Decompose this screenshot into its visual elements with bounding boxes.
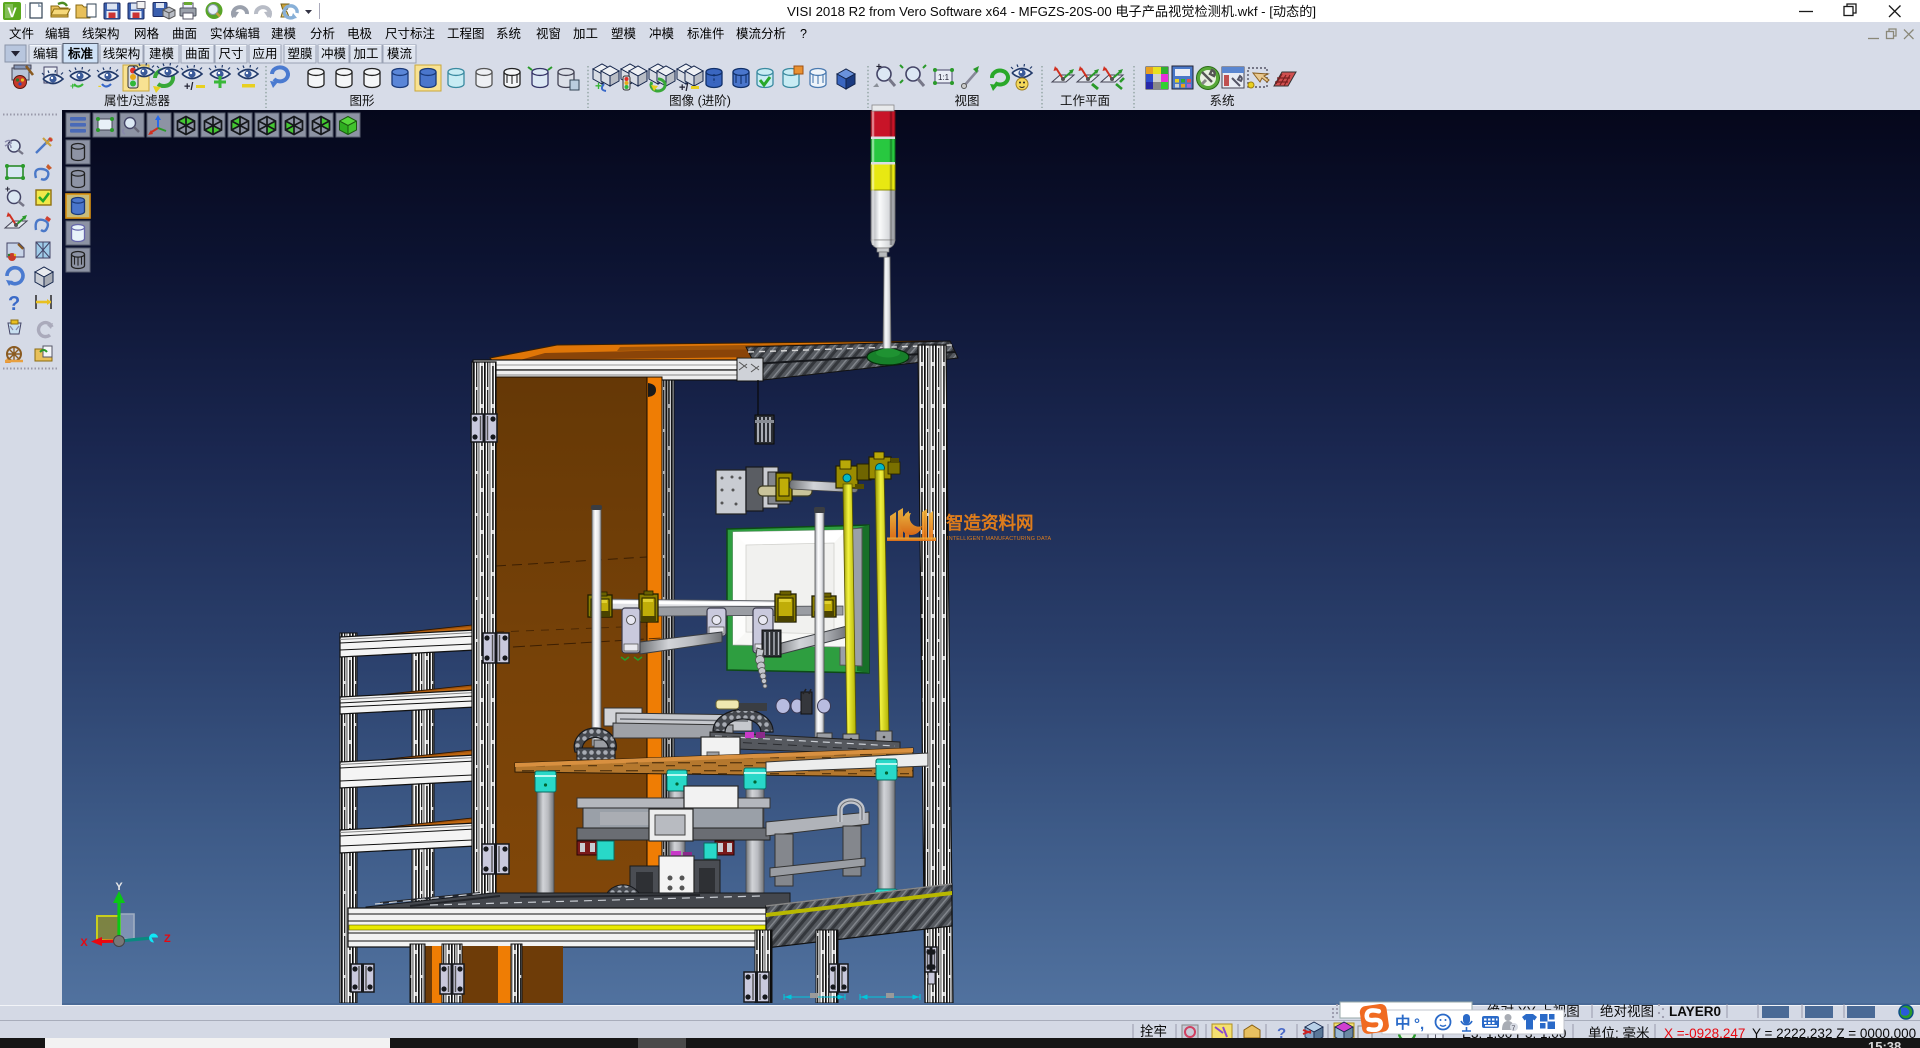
svg-text:曲面: 曲面	[185, 47, 210, 61]
svg-text:系统: 系统	[1209, 94, 1234, 108]
svg-text:线架构: 线架构	[82, 26, 120, 41]
svg-text:网格: 网格	[134, 26, 160, 41]
svg-text:标准: 标准	[67, 46, 94, 61]
svg-text:中: 中	[1395, 1013, 1411, 1032]
svg-text:属性/过滤器: 属性/过滤器	[104, 94, 170, 108]
svg-text:视图: 视图	[954, 93, 979, 108]
svg-text:曲面: 曲面	[172, 27, 197, 41]
svg-text:电极: 电极	[347, 27, 373, 41]
svg-text:实体编辑: 实体编辑	[210, 26, 260, 41]
svg-text:Z: Z	[164, 933, 171, 945]
svg-text:+: +	[876, 62, 882, 73]
svg-text:模流分析: 模流分析	[736, 27, 786, 41]
svg-text:工作平面: 工作平面	[1060, 94, 1110, 108]
svg-text:X: X	[80, 937, 88, 949]
svg-text:文件: 文件	[9, 26, 34, 41]
svg-text:+: +	[70, 81, 75, 91]
svg-text:尺寸标注: 尺寸标注	[385, 26, 436, 41]
svg-text:塑模: 塑模	[611, 26, 637, 41]
svg-text:?: ?	[8, 293, 20, 315]
svg-text:1:1: 1:1	[938, 73, 950, 82]
svg-text:VISI 2018 R2 from Vero Softwar: VISI 2018 R2 from Vero Software x64 - MF…	[787, 4, 1316, 19]
svg-text:模流: 模流	[387, 47, 413, 61]
svg-text:-: -	[98, 81, 101, 92]
svg-text:°,: °,	[1414, 1016, 1424, 1033]
svg-text:+: +	[5, 184, 10, 194]
svg-text:工程图: 工程图	[447, 26, 485, 41]
svg-text:视窗: 视窗	[536, 26, 561, 41]
svg-text:建模: 建模	[149, 47, 175, 61]
svg-text:标准件: 标准件	[687, 27, 725, 41]
svg-text:15:38: 15:38	[1868, 1039, 1901, 1048]
svg-text:编辑: 编辑	[33, 46, 58, 61]
svg-text:加工: 加工	[573, 27, 598, 41]
svg-text:V: V	[7, 4, 17, 20]
svg-text:智造资料网: 智造资料网	[946, 513, 1034, 533]
svg-text:建模: 建模	[271, 27, 297, 41]
svg-text:系统: 系统	[496, 27, 521, 41]
svg-text:7: 7	[1512, 1026, 1516, 1033]
svg-text:图形: 图形	[349, 94, 375, 108]
svg-text:冲模: 冲模	[649, 26, 675, 41]
svg-text:分析: 分析	[310, 27, 335, 41]
svg-text:+: +	[595, 79, 602, 93]
svg-text:编辑: 编辑	[45, 26, 70, 41]
svg-text:LAYER0: LAYER0	[1669, 1004, 1721, 1019]
svg-text:塑膜: 塑膜	[287, 46, 312, 61]
svg-text:+/: +/	[184, 81, 193, 93]
svg-text:线架构: 线架构	[103, 46, 141, 61]
svg-text:绝对视图: 绝对视图	[1600, 1004, 1654, 1019]
svg-text:拴牢: 拴牢	[1140, 1024, 1167, 1039]
svg-text:+/: +/	[679, 82, 688, 94]
svg-text:?: ?	[800, 27, 807, 41]
svg-text:图像 (进阶): 图像 (进阶)	[669, 94, 731, 108]
svg-text:加工: 加工	[353, 47, 378, 61]
svg-text:Y: Y	[115, 881, 123, 893]
svg-text:尺寸: 尺寸	[218, 47, 243, 61]
svg-text:应用: 应用	[252, 46, 277, 61]
svg-text:冲模: 冲模	[321, 46, 347, 61]
svg-text:INTELLIGENT MANUFACTURING DATA: INTELLIGENT MANUFACTURING DATA	[947, 536, 1051, 542]
